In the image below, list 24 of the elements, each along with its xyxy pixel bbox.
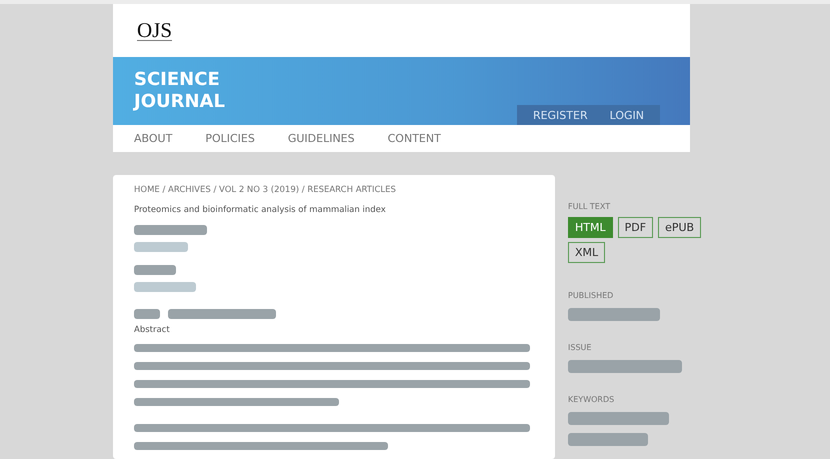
logo[interactable]: OJS [137,20,172,41]
journal-title: SCIENCE [134,69,221,91]
breadcrumb: HOME / ARCHIVES / VOL 2 NO 3 (2019) / RESEARCH ARTICLES [134,185,397,195]
user-nav-link[interactable]: REGISTER [532,108,588,122]
abstract-heading: Abstract [134,325,171,335]
user-nav-link[interactable]: LOGIN [610,108,644,122]
nav-link[interactable]: GUIDELINES [288,132,355,145]
placeholder-bar [134,242,188,252]
galley-link[interactable]: XML [568,242,606,263]
placeholder-bar [134,309,160,319]
article-title: Proteomics and bioinformatic analysis of mammalian index [134,205,387,215]
section-heading: KEYWORDS [568,395,616,404]
galley-link[interactable]: PDF [618,217,654,238]
section-heading: ISSUE [568,343,592,352]
nav-link[interactable]: POLICIES [205,132,255,145]
galley-link[interactable]: HTML [568,217,613,238]
placeholder-bar [134,282,196,292]
journal-title: JOURNAL [134,91,225,113]
nav-link[interactable]: CONTENT [388,132,441,145]
galley-link[interactable]: ePUB [658,217,702,238]
nav-link[interactable]: ABOUT [134,132,172,145]
placeholder-bar [134,265,176,275]
section-heading: FULL TEXT [568,202,612,211]
section-heading: PUBLISHED [568,291,614,300]
